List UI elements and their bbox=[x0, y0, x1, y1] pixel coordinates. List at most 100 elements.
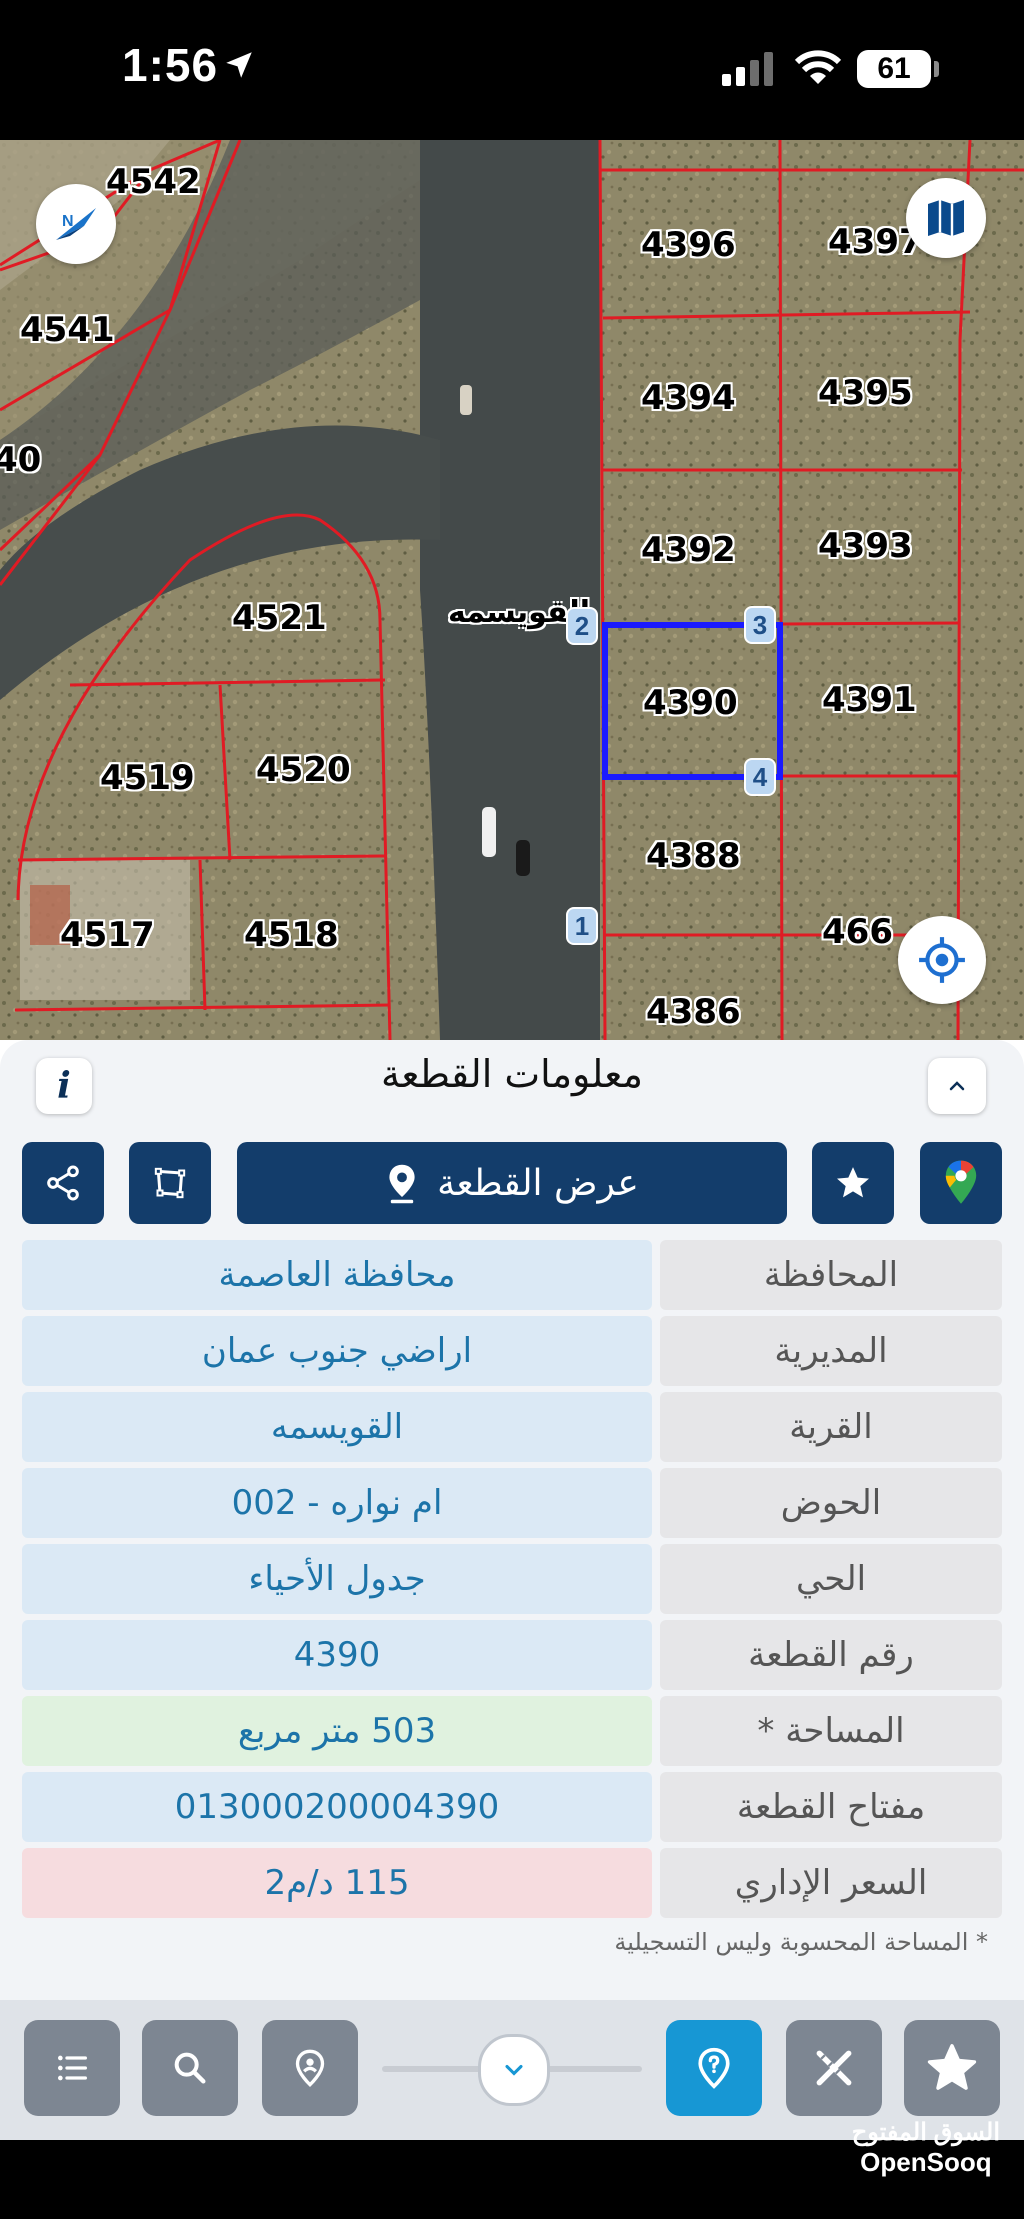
plot-label: 4395 bbox=[818, 373, 913, 413]
row-key: القرية bbox=[660, 1392, 1002, 1462]
star-icon bbox=[837, 1167, 869, 1198]
table-row: ام نواره - 002 الحوض bbox=[22, 1468, 1002, 1538]
row-key: رقم القطعة bbox=[660, 1620, 1002, 1690]
corner-marker-3: 3 bbox=[744, 606, 776, 644]
row-value: ام نواره - 002 bbox=[22, 1468, 652, 1538]
locate-me-button[interactable] bbox=[898, 916, 986, 1004]
person-pin-icon bbox=[295, 2049, 325, 2087]
table-row: جدول الأحياء الحي bbox=[22, 1544, 1002, 1614]
view-plot-label: عرض القطعة bbox=[437, 1162, 639, 1204]
tools-icon bbox=[816, 2050, 852, 2086]
plot-label: 4520 bbox=[256, 750, 351, 790]
map-canvas bbox=[0, 140, 1024, 1040]
table-row: اراضي جنوب عمان المديرية bbox=[22, 1316, 1002, 1386]
row-value: القويسمه bbox=[22, 1392, 652, 1462]
row-key: المساحة * bbox=[660, 1696, 1002, 1766]
plot-label: 466 bbox=[822, 912, 893, 952]
row-value: 503 متر مربع bbox=[22, 1696, 652, 1766]
row-value: 013000200004390 bbox=[22, 1772, 652, 1842]
battery-tip bbox=[934, 61, 939, 77]
plot-label: 4542 bbox=[106, 162, 201, 202]
table-row: 4390 رقم القطعة bbox=[22, 1620, 1002, 1690]
row-key: المحافظة bbox=[660, 1240, 1002, 1310]
row-value: اراضي جنوب عمان bbox=[22, 1316, 652, 1386]
google-maps-button[interactable] bbox=[920, 1142, 1002, 1224]
crosshair-icon bbox=[919, 937, 965, 983]
panel-title: معلومات القطعة bbox=[381, 1052, 643, 1096]
info-icon: i bbox=[57, 1065, 71, 1107]
plot-info-panel: معلومات القطعة i عرض القطعة محافظة العاص… bbox=[0, 1040, 1024, 2000]
plot-label: 4519 bbox=[100, 758, 195, 798]
corner-marker-1: 1 bbox=[566, 907, 598, 945]
share-icon bbox=[47, 1165, 79, 1201]
info-button[interactable]: i bbox=[36, 1058, 92, 1114]
polygon-icon bbox=[154, 1167, 186, 1199]
location-arrow-icon bbox=[222, 48, 256, 86]
plot-label: 4386 bbox=[646, 992, 741, 1032]
collapse-button[interactable] bbox=[928, 1058, 986, 1114]
wifi-icon bbox=[794, 50, 842, 90]
corner-marker-2: 2 bbox=[566, 607, 598, 645]
panel-slider-handle[interactable] bbox=[478, 2034, 550, 2106]
chevron-up-icon bbox=[949, 1081, 965, 1091]
share-button[interactable] bbox=[22, 1142, 104, 1224]
google-maps-icon bbox=[945, 1160, 977, 1204]
plot-label: 4391 bbox=[822, 680, 917, 720]
table-row: محافظة العاصمة المحافظة bbox=[22, 1240, 1002, 1310]
compass-icon: N bbox=[56, 208, 96, 240]
table-row: القويسمه القرية bbox=[22, 1392, 1002, 1462]
map-layers-button[interactable] bbox=[906, 178, 986, 258]
status-time: 1:56 bbox=[122, 39, 219, 91]
area-footnote: * المساحة المحسوبة وليس التسجيلية bbox=[614, 1928, 988, 1956]
plot-label: 4393 bbox=[818, 526, 913, 566]
search-button[interactable] bbox=[142, 2020, 238, 2116]
measure-tools-button[interactable] bbox=[786, 2020, 882, 2116]
chevron-down-icon bbox=[505, 2064, 523, 2076]
boundary-button[interactable] bbox=[129, 1142, 211, 1224]
location-question-icon bbox=[698, 2047, 730, 2089]
map-icon bbox=[928, 200, 964, 236]
compass-button[interactable]: N bbox=[36, 184, 116, 264]
row-key: الحي bbox=[660, 1544, 1002, 1614]
row-key: السعر الإداري bbox=[660, 1848, 1002, 1918]
favorite-button[interactable] bbox=[812, 1142, 894, 1224]
row-key: الحوض bbox=[660, 1468, 1002, 1538]
list-button[interactable] bbox=[24, 2020, 120, 2116]
star-icon bbox=[927, 2044, 977, 2090]
table-row-area: 503 متر مربع المساحة * bbox=[22, 1696, 1002, 1766]
table-row: 013000200004390 مفتاح القطعة bbox=[22, 1772, 1002, 1842]
plot-locator-button[interactable] bbox=[666, 2020, 762, 2116]
row-key: المديرية bbox=[660, 1316, 1002, 1386]
view-plot-button[interactable]: عرض القطعة bbox=[237, 1142, 787, 1224]
plot-label: 4518 bbox=[244, 915, 339, 955]
row-key: مفتاح القطعة bbox=[660, 1772, 1002, 1842]
favorites-button[interactable] bbox=[904, 2020, 1000, 2116]
search-icon bbox=[174, 2052, 206, 2084]
plot-label: 4541 bbox=[20, 310, 115, 350]
opensooq-watermark: السوق المفتوح OpenSooq bbox=[852, 2118, 1000, 2178]
nearby-button[interactable] bbox=[262, 2020, 358, 2116]
plot-label: 4396 bbox=[641, 225, 736, 265]
watermark-arabic: السوق المفتوح bbox=[851, 2119, 1000, 2146]
plot-label: 4517 bbox=[60, 915, 155, 955]
location-pin-icon bbox=[389, 1164, 415, 1204]
plot-label: 4388 bbox=[646, 836, 741, 876]
table-row-price: 115 د/م2 السعر الإداري bbox=[22, 1848, 1002, 1918]
selected-plot-label: 4390 bbox=[643, 683, 738, 723]
satellite-map[interactable]: 4542 4541 40 4521 4519 4520 4517 4518 43… bbox=[0, 140, 1024, 1040]
battery-indicator: 61 bbox=[857, 50, 931, 88]
cellular-signal-icon bbox=[722, 52, 778, 90]
watermark-english: OpenSooq bbox=[860, 2147, 992, 2177]
plot-label: 4392 bbox=[641, 530, 736, 570]
plot-label: 4394 bbox=[641, 378, 736, 418]
plot-label: 4521 bbox=[232, 598, 327, 638]
row-value: 4390 bbox=[22, 1620, 652, 1690]
list-icon bbox=[58, 2055, 88, 2081]
row-value: جدول الأحياء bbox=[22, 1544, 652, 1614]
row-value: محافظة العاصمة bbox=[22, 1240, 652, 1310]
corner-marker-4: 4 bbox=[744, 758, 776, 796]
row-value: 115 د/م2 bbox=[22, 1848, 652, 1918]
plot-label: 40 bbox=[0, 440, 42, 480]
status-bar: 1:56 61 bbox=[0, 0, 1024, 140]
svg-text:N: N bbox=[62, 213, 74, 230]
